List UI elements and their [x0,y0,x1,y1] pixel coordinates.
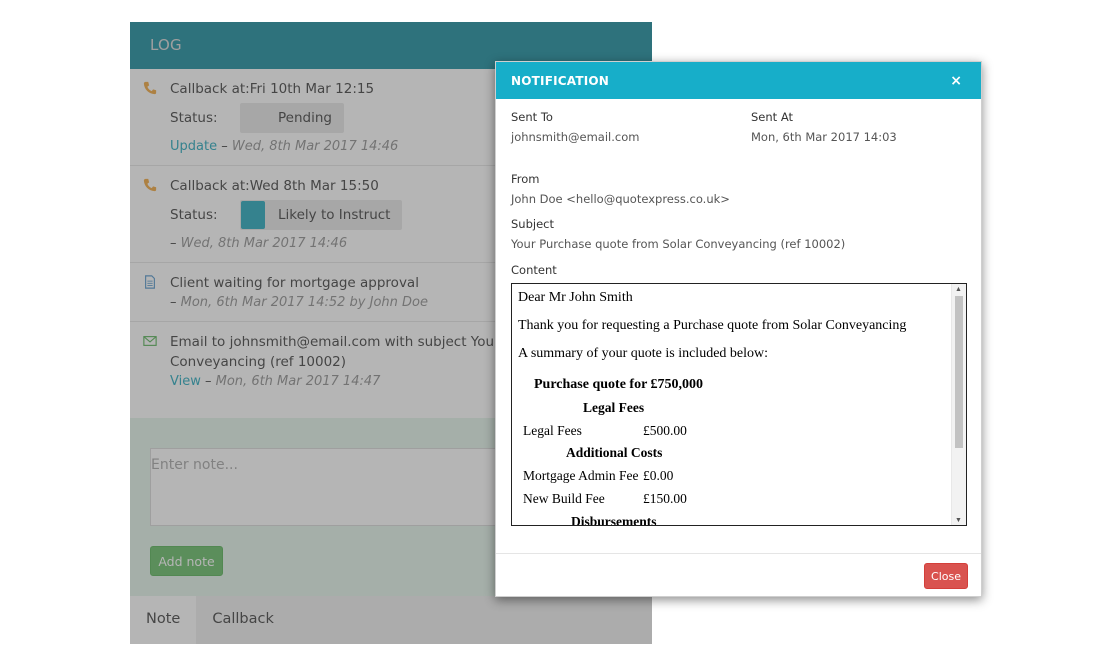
disbursements-heading: Disbursements [571,514,657,526]
modal-header: NOTIFICATION × [496,62,981,99]
sent-to-label: Sent To [511,110,553,124]
fee-label: Legal Fees [523,423,582,438]
scrollbar-thumb[interactable] [955,296,963,448]
sent-at-label: Sent At [751,110,794,124]
fee-value: £500.00 [643,423,687,438]
content-label: Content [511,263,557,277]
close-icon[interactable]: × [950,73,966,89]
email-greeting: Dear Mr John Smith [518,290,633,305]
fee-value: £150.00 [643,491,687,506]
subject-label: Subject [511,217,554,231]
legal-fees-heading: Legal Fees [583,400,645,415]
fee-label: Mortgage Admin Fee [523,468,639,483]
email-content-frame[interactable]: Dear Mr John Smith Thank you for request… [511,283,967,526]
subject-value: Your Purchase quote from Solar Conveyanc… [511,237,846,251]
email-scrollbar[interactable]: ▲ ▼ [951,284,966,525]
modal-footer-divider [496,553,981,554]
scroll-up-icon[interactable]: ▲ [955,285,962,293]
from-value: John Doe <hello@quotexpress.co.uk> [511,192,730,206]
from-label: From [511,172,540,186]
sent-at-value: Mon, 6th Mar 2017 14:03 [751,130,897,144]
close-button[interactable]: Close [924,563,968,589]
email-intro: Thank you for requesting a Purchase quot… [518,318,907,333]
fee-value: £0.00 [643,468,674,483]
notification-modal: NOTIFICATION × Sent To johnsmith@email.c… [495,61,982,597]
email-summary: A summary of your quote is included belo… [518,346,769,361]
sent-to-value: johnsmith@email.com [511,130,640,144]
additional-costs-heading: Additional Costs [566,445,663,460]
quote-title: Purchase quote for £750,000 [534,377,704,392]
scroll-down-icon[interactable]: ▼ [955,516,962,524]
modal-title: NOTIFICATION [511,73,610,88]
fee-label: New Build Fee [523,491,605,506]
